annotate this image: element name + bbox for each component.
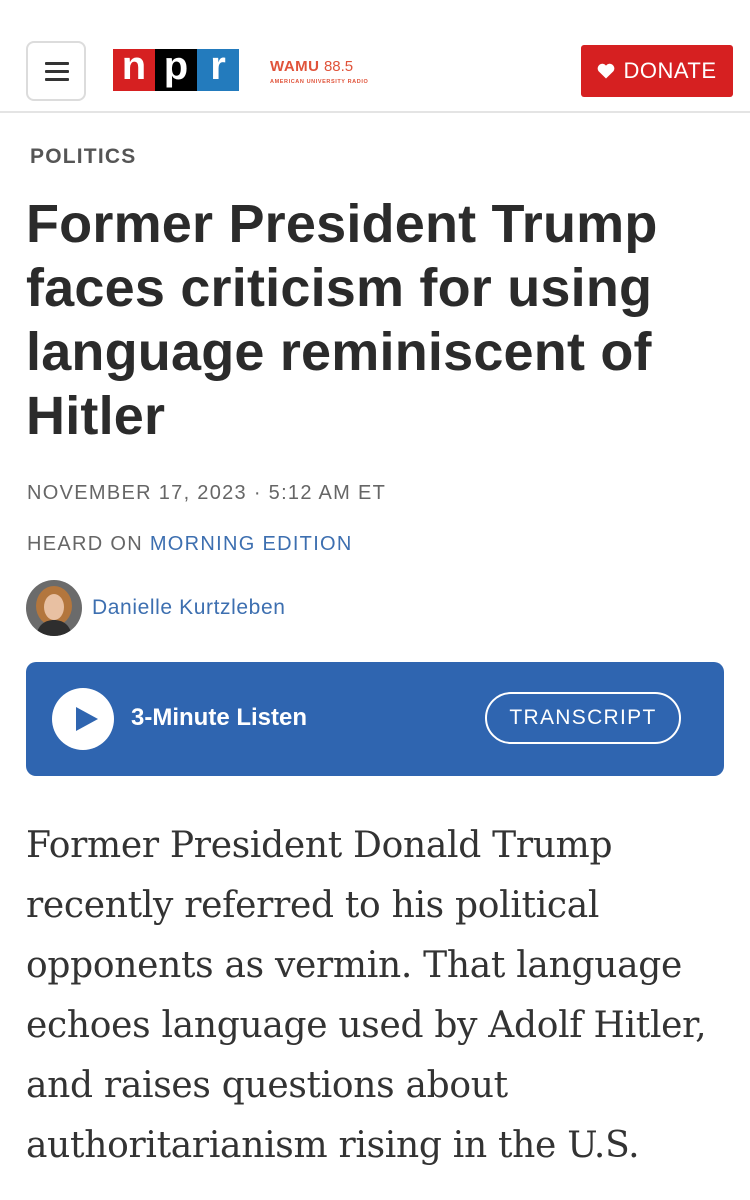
listen-duration-label[interactable]: 3-Minute Listen <box>131 704 307 732</box>
play-icon <box>76 707 98 731</box>
article-teaser: Former President Donald Trump recently r… <box>26 825 707 1166</box>
npr-logo-n: n <box>113 46 155 91</box>
section-label[interactable]: POLITICS <box>30 145 136 169</box>
byline: Danielle Kurtzleben <box>26 580 286 636</box>
play-button[interactable] <box>52 688 114 750</box>
heart-icon <box>598 63 615 79</box>
npr-logo-r: r <box>197 46 239 91</box>
site-header: n p r WAMU 88.5 AMERICAN UNIVERSITY RADI… <box>0 0 750 113</box>
audio-player: 3-Minute Listen TRANSCRIPT <box>26 662 724 776</box>
donate-label: DONATE <box>623 58 717 83</box>
station-logo[interactable]: WAMU 88.5 AMERICAN UNIVERSITY RADIO <box>270 58 368 85</box>
menu-button[interactable] <box>26 41 86 101</box>
station-frequency: 88.5 <box>323 58 354 75</box>
transcript-button[interactable]: TRANSCRIPT <box>485 692 681 744</box>
npr-logo[interactable]: n p r <box>113 46 239 91</box>
author-name[interactable]: Danielle Kurtzleben <box>92 596 286 620</box>
show-link[interactable]: MORNING EDITION <box>150 533 353 555</box>
author-avatar[interactable] <box>26 580 82 636</box>
station-name: WAMU <box>270 58 320 75</box>
article-title: Former President Trump faces criticism f… <box>26 194 658 446</box>
npr-logo-p: p <box>155 46 197 91</box>
donate-button[interactable]: DONATE <box>581 45 733 97</box>
heard-on-prefix: HEARD ON <box>27 533 143 555</box>
article-date: NOVEMBER 17, 2023 · 5:12 AM ET <box>27 482 387 504</box>
heard-on-line: HEARD ON MORNING EDITION <box>27 533 353 556</box>
station-subtitle: AMERICAN UNIVERSITY RADIO <box>270 79 369 85</box>
